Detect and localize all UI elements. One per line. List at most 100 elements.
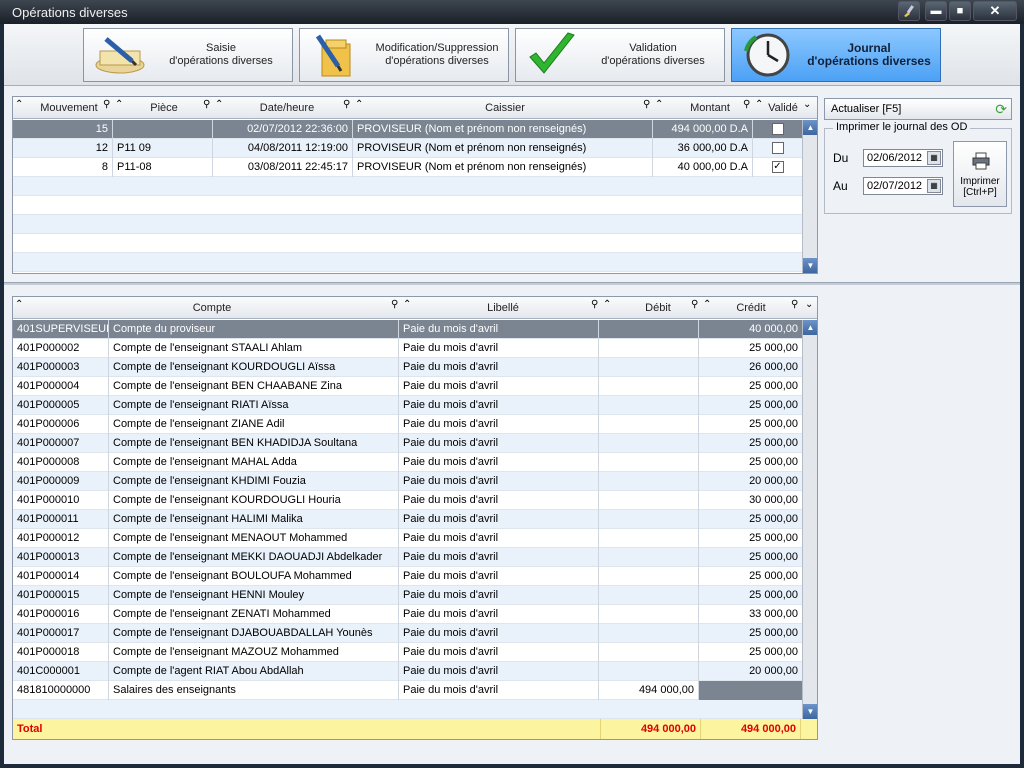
cell-debit	[599, 491, 699, 510]
cell-debit: 494 000,00	[599, 681, 699, 700]
modification-button[interactable]: Modification/Suppression d'opérations div…	[299, 28, 509, 82]
line-row[interactable]: 401C000001 Compte de l'agent RIAT Abou Ab…	[13, 662, 803, 681]
col-montant[interactable]: Montant	[665, 97, 755, 119]
sort-asc-icon[interactable]: ⌃	[15, 299, 23, 310]
sort-asc-icon[interactable]: ⌃	[603, 299, 611, 310]
operation-row[interactable]: 15 02/07/2012 22:36:00 PROVISEUR (Nom et…	[13, 120, 803, 139]
cell-debit	[599, 510, 699, 529]
sort-asc-icon[interactable]: ⌃	[215, 99, 223, 110]
refresh-label: Actualiser [F5]	[831, 103, 902, 115]
line-row[interactable]: 401P000017 Compte de l'enseignant DJABOUA…	[13, 624, 803, 643]
line-row[interactable]: 401P000013 Compte de l'enseignant MEKKI D…	[13, 548, 803, 567]
cell-caissier: PROVISEUR (Nom et prénom non renseignés)	[353, 139, 653, 158]
col-libelle[interactable]: Libellé	[413, 297, 593, 319]
print-group: Imprimer le journal des OD Du 02/06/2012…	[824, 121, 1012, 214]
sort-asc-icon[interactable]: ⌃	[115, 99, 123, 110]
line-row[interactable]: 401P000009 Compte de l'enseignant KHDIMI …	[13, 472, 803, 491]
window-client: Saisie d'opérations diverses Modification…	[4, 24, 1020, 764]
refresh-button[interactable]: Actualiser [F5] ⟳	[824, 98, 1012, 120]
cell-compte: Compte de l'agent RIAT Abou AbdAllah	[109, 662, 399, 681]
scroll-up-icon[interactable]: ▲	[803, 320, 817, 335]
scroll-down-icon[interactable]: ▼	[803, 704, 817, 719]
col-mouvement[interactable]: Mouvement	[27, 97, 111, 119]
cell-credit: 25 000,00	[699, 510, 803, 529]
key-icon: ⚲	[691, 299, 699, 310]
sort-asc-icon[interactable]: ⌃	[755, 99, 763, 110]
expand-columns-icon[interactable]: ⌄	[805, 299, 813, 310]
line-row[interactable]: 401P000004 Compte de l'enseignant BEN CHA…	[13, 377, 803, 396]
valide-checkbox[interactable]: ✓	[771, 161, 784, 174]
sort-asc-icon[interactable]: ⌃	[655, 99, 663, 110]
cell-credit: 25 000,00	[699, 643, 803, 662]
sort-asc-icon[interactable]: ⌃	[355, 99, 363, 110]
line-row[interactable]: 401P000011 Compte de l'enseignant HALIMI …	[13, 510, 803, 529]
col-piece[interactable]: Pièce	[125, 97, 203, 119]
col-debit[interactable]: Débit	[613, 297, 703, 319]
col-valide[interactable]: Validé	[765, 97, 801, 119]
minimize-icon: ▬	[930, 5, 942, 17]
lines-scrollbar[interactable]: ▲ ▼	[802, 320, 817, 719]
cell-debit	[599, 586, 699, 605]
operation-row[interactable]: 8 P11-08 03/08/2011 22:45:17 PROVISEUR (…	[13, 158, 803, 177]
skin-brush-button[interactable]	[898, 1, 920, 21]
expand-columns-icon[interactable]: ⌄	[803, 99, 811, 110]
window-title: Opérations diverses	[12, 5, 128, 20]
line-row[interactable]: 401P000003 Compte de l'enseignant KOURDOU…	[13, 358, 803, 377]
cell-compte: Compte de l'enseignant ZIANE Adil	[109, 415, 399, 434]
close-button[interactable]: ✕	[973, 1, 1017, 21]
calendar-icon[interactable]: ▦	[927, 179, 941, 193]
cell-libelle: Paie du mois d'avril	[399, 548, 599, 567]
col-credit[interactable]: Crédit	[713, 297, 789, 319]
line-row[interactable]: 401P000005 Compte de l'enseignant RIATI A…	[13, 396, 803, 415]
cell-debit	[599, 529, 699, 548]
operations-scrollbar[interactable]: ▲ ▼	[802, 120, 817, 273]
line-row[interactable]: 401P000006 Compte de l'enseignant ZIANE A…	[13, 415, 803, 434]
close-icon: ✕	[989, 3, 1001, 18]
cell-compte: Compte de l'enseignant MEKKI DAOUADJI Ab…	[109, 548, 399, 567]
valide-checkbox[interactable]	[771, 142, 784, 155]
du-date-field[interactable]: 02/06/2012 ▦	[863, 149, 943, 167]
scroll-up-icon[interactable]: ▲	[803, 120, 817, 135]
calendar-icon[interactable]: ▦	[927, 151, 941, 165]
line-row[interactable]: 401P000016 Compte de l'enseignant ZENATI …	[13, 605, 803, 624]
pen-folder-icon	[300, 29, 372, 81]
line-row[interactable]: 481810000000 Salaires des enseignants Paie…	[13, 681, 803, 700]
cell-credit: 26 000,00	[699, 358, 803, 377]
sort-asc-icon[interactable]: ⌃	[15, 99, 23, 110]
cell-montant: 40 000,00 D.A	[653, 158, 753, 177]
cell-credit: 25 000,00	[699, 339, 803, 358]
line-row[interactable]: 401P000002 Compte de l'enseignant STAALI …	[13, 339, 803, 358]
sort-asc-icon[interactable]: ⌃	[703, 299, 711, 310]
cell-debit	[599, 377, 699, 396]
validation-button[interactable]: Validation d'opérations diverses	[515, 28, 725, 82]
line-row[interactable]: 401P000014 Compte de l'enseignant BOULOUF…	[13, 567, 803, 586]
key-icon: ⚲	[743, 99, 751, 110]
minimize-button[interactable]: ▬	[925, 1, 947, 21]
horizontal-splitter[interactable]	[4, 282, 1020, 285]
line-row[interactable]: 401SUPERVISEUR Compte du proviseur Paie du…	[13, 320, 803, 339]
cell-compte: Salaires des enseignants	[109, 681, 399, 700]
line-row[interactable]: 401P000007 Compte de l'enseignant BEN KHA…	[13, 434, 803, 453]
saisie-button[interactable]: Saisie d'opérations diverses	[83, 28, 293, 82]
maximize-button[interactable]: ■	[949, 1, 971, 21]
au-date-field[interactable]: 02/07/2012 ▦	[863, 177, 943, 195]
journal-button[interactable]: Journal d'opérations diverses	[731, 28, 941, 82]
sort-asc-icon[interactable]: ⌃	[403, 299, 411, 310]
operation-row[interactable]: 12 P11 09 04/08/2011 12:19:00 PROVISEUR …	[13, 139, 803, 158]
col-date[interactable]: Date/heure	[225, 97, 349, 119]
line-row[interactable]: 401P000012 Compte de l'enseignant MENAOUT…	[13, 529, 803, 548]
key-icon: ⚲	[203, 99, 211, 110]
empty-row	[13, 177, 803, 196]
valide-checkbox[interactable]	[771, 123, 784, 136]
cell-code: 401SUPERVISEUR	[13, 320, 109, 339]
col-compte[interactable]: Compte	[27, 297, 397, 319]
line-row[interactable]: 401P000008 Compte de l'enseignant MAHAL A…	[13, 453, 803, 472]
print-button[interactable]: Imprimer [Ctrl+P]	[953, 141, 1007, 207]
line-row[interactable]: 401P000018 Compte de l'enseignant MAZOUZ …	[13, 643, 803, 662]
scroll-down-icon[interactable]: ▼	[803, 258, 817, 273]
line-row[interactable]: 401P000015 Compte de l'enseignant HENNI M…	[13, 586, 803, 605]
cell-libelle: Paie du mois d'avril	[399, 491, 599, 510]
col-caissier[interactable]: Caissier	[365, 97, 645, 119]
line-row[interactable]: 401P000010 Compte de l'enseignant KOURDOU…	[13, 491, 803, 510]
cell-debit	[599, 624, 699, 643]
